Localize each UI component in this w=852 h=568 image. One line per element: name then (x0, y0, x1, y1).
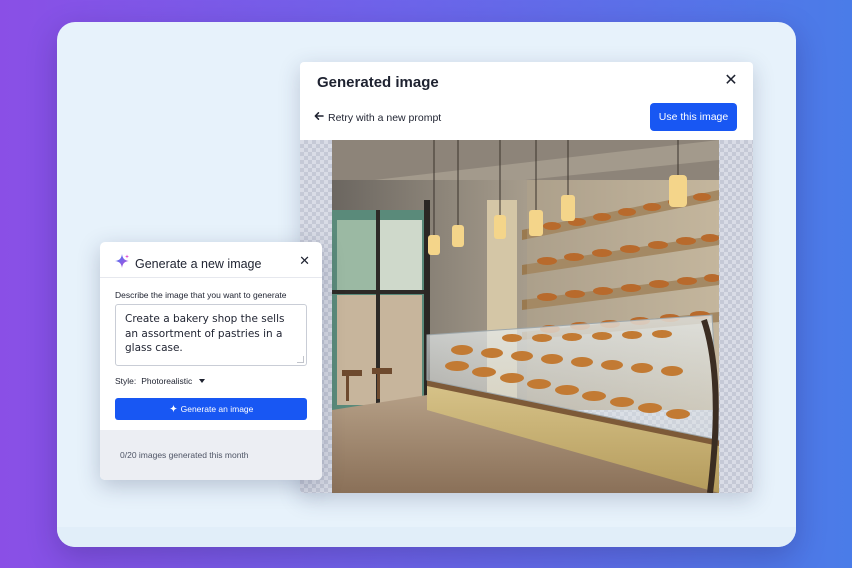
sparkle-icon (114, 253, 130, 274)
style-dropdown[interactable]: Photorealistic (141, 376, 206, 386)
generated-bakery-image (332, 140, 719, 493)
prompt-text: Create a bakery shop the sells an assort… (125, 313, 285, 354)
prompt-label: Describe the image that you want to gene… (115, 290, 287, 300)
style-label: Style: (115, 376, 137, 386)
sparkle-icon (169, 404, 178, 415)
generate-image-dialog: Generate a new image ✕ Describe the imag… (100, 242, 322, 480)
close-icon[interactable]: ✕ (723, 73, 739, 89)
generate-image-button[interactable]: Generate an image (115, 398, 307, 420)
use-this-image-button[interactable]: Use this image (650, 103, 737, 131)
arrow-left-icon (314, 111, 324, 124)
modal-title: Generated image (317, 74, 439, 91)
resize-handle[interactable] (297, 356, 304, 363)
caret-down-icon (199, 379, 206, 383)
close-icon[interactable]: ✕ (299, 253, 310, 269)
retry-link[interactable]: Retry with a new prompt (314, 111, 441, 124)
dialog-title: Generate a new image (135, 256, 262, 271)
prompt-textarea[interactable]: Create a bakery shop the sells an assort… (115, 304, 307, 366)
dialog-header: Generate a new image (114, 253, 261, 274)
generate-button-label: Generate an image (180, 404, 254, 414)
style-row: Style: Photorealistic (115, 376, 206, 386)
image-preview-area (300, 140, 753, 493)
divider (100, 277, 322, 278)
style-value: Photorealistic (141, 376, 193, 386)
canvas-bottom-strip (57, 527, 796, 547)
usage-count: 0/20 images generated this month (120, 450, 249, 460)
retry-label: Retry with a new prompt (328, 111, 442, 124)
generated-image-modal: Generated image ✕ Retry with a new promp… (300, 62, 753, 493)
